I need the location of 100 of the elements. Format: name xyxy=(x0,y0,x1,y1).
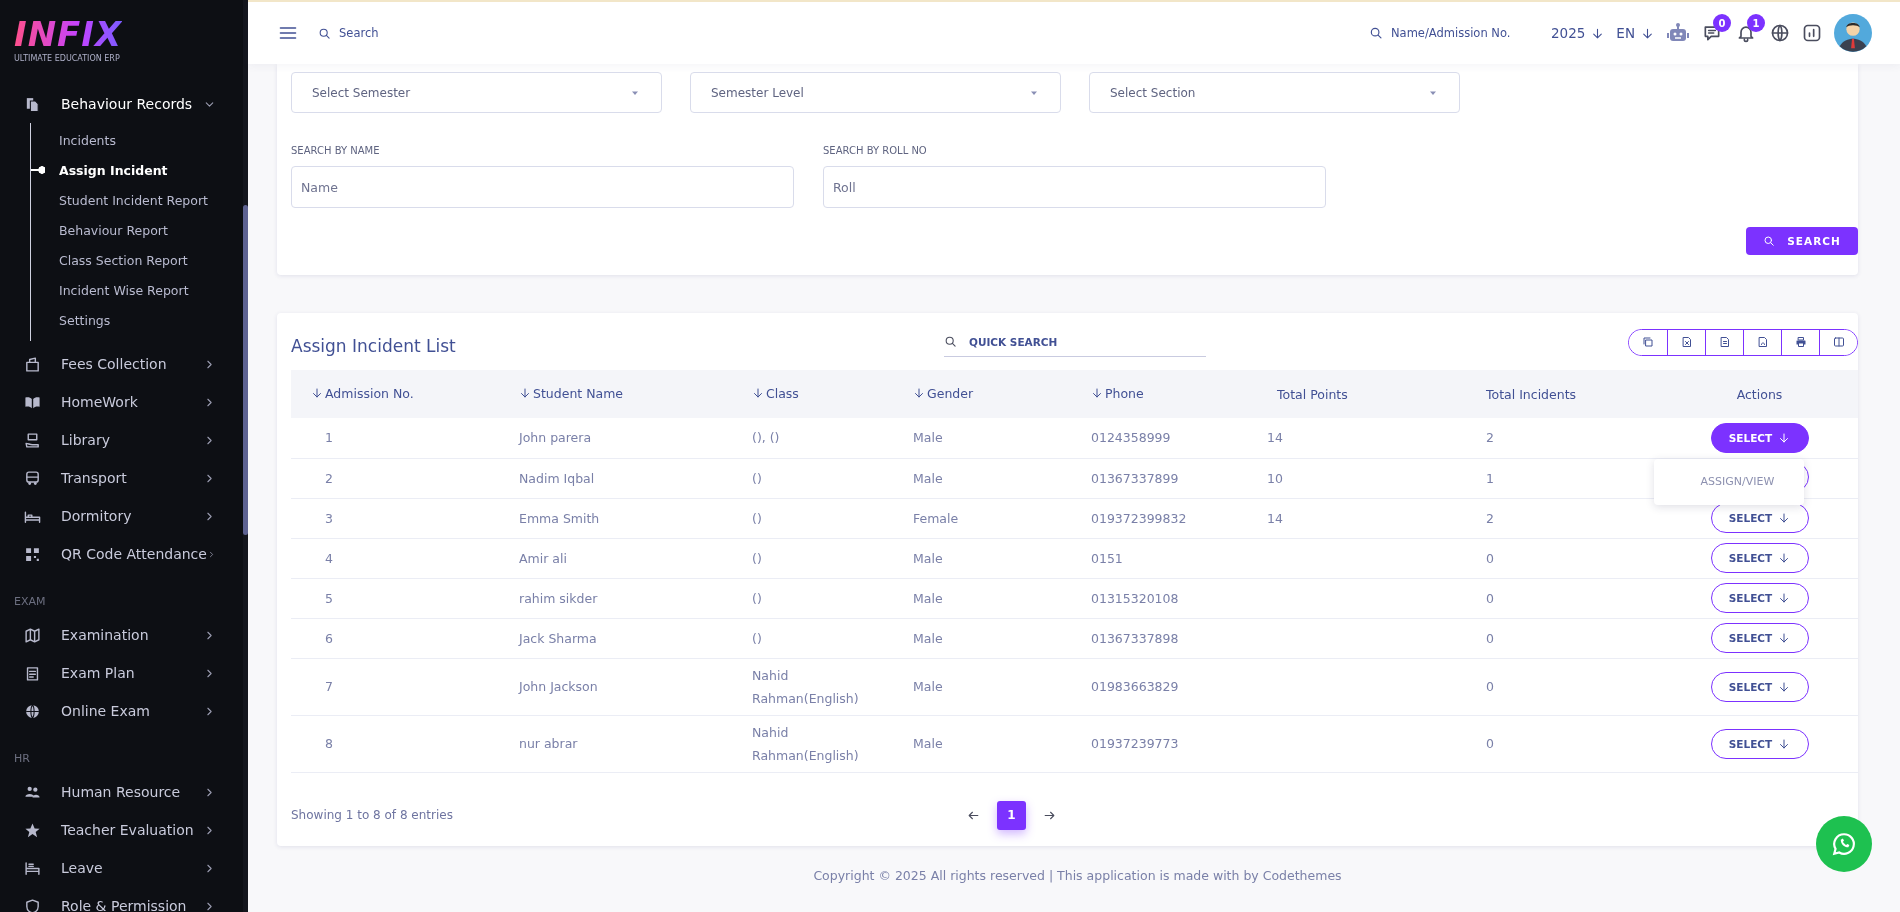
select-button[interactable]: SELECT xyxy=(1710,623,1809,653)
select-button[interactable]: SELECT xyxy=(1710,503,1809,533)
column-header: Total Points xyxy=(1247,370,1464,418)
table-cell: 01315320108 xyxy=(1091,590,1179,606)
section-heading: HR xyxy=(14,751,31,767)
table-cell-text: () xyxy=(752,629,763,648)
language-selector[interactable]: EN xyxy=(1616,25,1654,41)
table-cell: 019372399832 xyxy=(1091,510,1187,526)
table-cell: 8 xyxy=(325,736,333,751)
entries-summary: Showing 1 to 8 of 8 entries xyxy=(291,808,454,822)
table-cell: John parera xyxy=(519,430,592,446)
select-button[interactable]: SELECT xyxy=(1710,543,1809,573)
table-cell: 01937239773 xyxy=(1091,736,1179,751)
select-dropdown[interactable]: Semester Level xyxy=(690,72,1061,113)
table-cell-text: () xyxy=(752,509,763,528)
logo-tagline: ULTIMATE EDUCATION ERP xyxy=(14,54,121,63)
table-cell-text: () xyxy=(752,469,763,488)
table-cell: John Jackson xyxy=(519,679,598,694)
select-button[interactable]: SELECT xyxy=(1710,422,1809,453)
sidebar-item[interactable]: HomeWork xyxy=(14,383,242,421)
column-header: Total Incidents xyxy=(1464,370,1689,418)
column-header[interactable]: Class xyxy=(732,370,893,418)
field-label: SEARCH BY ROLL NO xyxy=(823,145,928,156)
column-header[interactable]: Phone xyxy=(1071,370,1247,418)
sidebar-item[interactable]: Fees Collection xyxy=(14,345,242,383)
sidebar-item[interactable]: Behaviour Records xyxy=(14,85,242,123)
search-button[interactable]: SEARCH xyxy=(1746,227,1858,255)
column-header[interactable]: Admission No. xyxy=(291,370,499,418)
select-button[interactable]: SELECT xyxy=(1710,583,1809,613)
sidebar-subitem[interactable]: Behaviour Report xyxy=(59,222,168,238)
table-cell: 0124358999 xyxy=(1091,430,1171,446)
select-dropdown[interactable]: Select Section xyxy=(1089,72,1460,113)
table-cell: 2 xyxy=(1486,510,1494,526)
copyright-text: Copyright © 2025 All rights reserved | This application is made with by Codethemes xyxy=(813,867,1342,883)
sidebar-item[interactable]: Teacher Evaluation xyxy=(14,811,242,849)
table-cell: 1 xyxy=(1486,470,1494,486)
table-cell: Male xyxy=(913,630,943,646)
table-cell: 7 xyxy=(325,679,333,694)
section-heading: EXAM xyxy=(14,594,47,610)
table-cell: 01367337899 xyxy=(1091,470,1179,486)
table-cell: 01983663829 xyxy=(1091,679,1179,694)
table-cell: 2 xyxy=(1486,430,1494,446)
table-cell: Male xyxy=(913,470,943,486)
select-button[interactable]: SELECT xyxy=(1710,728,1809,759)
sidebar-item[interactable]: Library xyxy=(14,421,242,459)
table-cell-text: Nahid Rahman(English) xyxy=(752,723,860,765)
table-cell: Female xyxy=(913,510,959,526)
table-cell: Emma Smith xyxy=(519,510,600,526)
year-selector[interactable]: 2025 xyxy=(1551,25,1605,41)
page-button[interactable]: 1 xyxy=(997,800,1026,830)
sidebar-item[interactable]: Human Resource xyxy=(14,773,242,811)
table-cell: 4 xyxy=(325,550,333,566)
sidebar-subitem[interactable]: Class Section Report xyxy=(59,252,188,268)
table-cell: 1 xyxy=(325,430,333,446)
table-cell: Nadim Iqbal xyxy=(519,470,595,486)
table-cell: 10 xyxy=(1267,470,1283,486)
table-cell: 0 xyxy=(1486,679,1494,694)
table-cell: 0 xyxy=(1486,736,1494,751)
table-cell: Male xyxy=(913,430,943,446)
column-header: Actions xyxy=(1689,370,1858,418)
input-field[interactable]: Roll xyxy=(823,166,1326,208)
table-cell: nur abrar xyxy=(519,736,578,751)
sidebar-item[interactable]: Exam Plan xyxy=(14,654,242,692)
table-cell: 0151 xyxy=(1091,550,1123,566)
sidebar-item[interactable]: Online Exam xyxy=(14,692,242,730)
table-cell: 0 xyxy=(1486,590,1494,606)
table-cell-text: () xyxy=(752,589,763,608)
sidebar-subitem[interactable]: Incident Wise Report xyxy=(59,282,189,298)
table-cell: 14 xyxy=(1267,430,1283,446)
table-cell: 01367337898 xyxy=(1091,630,1179,646)
table-cell: 3 xyxy=(325,510,333,526)
sidebar-item[interactable]: QR Code Attendance xyxy=(14,535,242,573)
table-cell: 5 xyxy=(325,590,333,606)
input-field[interactable]: Name xyxy=(291,166,794,208)
sidebar-subitem[interactable]: Assign Incident xyxy=(59,162,168,178)
table-cell: Male xyxy=(913,736,943,751)
table-cell: Amir ali xyxy=(519,550,567,566)
table-cell: Jack Sharma xyxy=(519,630,597,646)
table-cell: 14 xyxy=(1267,510,1283,526)
table-cell-text: (), () xyxy=(752,429,781,448)
table-cell: Male xyxy=(913,550,943,566)
sidebar-item[interactable]: Transport xyxy=(14,459,242,497)
select-dropdown[interactable]: Select Semester xyxy=(291,72,662,113)
sidebar-item[interactable]: Role & Permission xyxy=(14,887,242,912)
sidebar-subitem[interactable]: Incidents xyxy=(59,132,116,148)
column-header[interactable]: Student Name xyxy=(499,370,732,418)
count-badge: 1 xyxy=(1747,14,1765,32)
table-cell: Male xyxy=(913,590,943,606)
select-button[interactable]: SELECT xyxy=(1710,671,1809,702)
sidebar-item[interactable]: Dormitory xyxy=(14,497,242,535)
sidebar-subitem[interactable]: Student Incident Report xyxy=(59,192,208,208)
sidebar-item[interactable]: Examination xyxy=(14,616,242,654)
column-header[interactable]: Gender xyxy=(893,370,1071,418)
table-cell: 6 xyxy=(325,630,333,646)
table-cell-text: () xyxy=(752,549,763,568)
table-cell: 0 xyxy=(1486,630,1494,646)
table-cell: rahim sikder xyxy=(519,590,598,606)
sidebar-item[interactable]: Leave xyxy=(14,849,242,887)
table-cell: 0 xyxy=(1486,550,1494,566)
sidebar-subitem[interactable]: Settings xyxy=(59,312,111,328)
